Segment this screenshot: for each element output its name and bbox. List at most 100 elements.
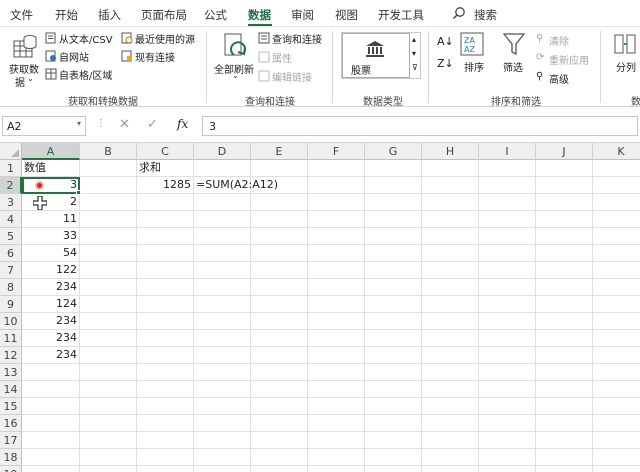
- cell-j8[interactable]: [536, 279, 593, 296]
- tab-insert[interactable]: 插入: [98, 7, 121, 23]
- enter-icon[interactable]: ✓: [147, 117, 158, 132]
- cell-c2[interactable]: 1285: [137, 177, 194, 194]
- cell-a15[interactable]: [22, 398, 80, 415]
- cell-b19[interactable]: [80, 466, 137, 472]
- cell-e3[interactable]: [251, 194, 308, 211]
- cell-h1[interactable]: [422, 160, 479, 177]
- cell-k19[interactable]: [593, 466, 640, 472]
- cell-c10[interactable]: [137, 313, 194, 330]
- refresh-all-icon[interactable]: [222, 31, 250, 61]
- cell-a10[interactable]: 234: [22, 313, 80, 330]
- from-web-button[interactable]: 自网站: [59, 49, 89, 64]
- text-to-columns-icon[interactable]: [614, 32, 636, 56]
- cell-c1[interactable]: 求和: [137, 160, 194, 177]
- cell-j12[interactable]: [536, 347, 593, 364]
- cell-c9[interactable]: [137, 296, 194, 313]
- cell-j6[interactable]: [536, 245, 593, 262]
- cell-a6[interactable]: 54: [22, 245, 80, 262]
- cell-a4[interactable]: 11: [22, 211, 80, 228]
- tab-data[interactable]: 数据: [248, 7, 271, 23]
- cell-e17[interactable]: [251, 432, 308, 449]
- tab-file[interactable]: 文件: [10, 7, 33, 23]
- cell-e11[interactable]: [251, 330, 308, 347]
- cell-d17[interactable]: [194, 432, 251, 449]
- tab-review[interactable]: 审阅: [291, 7, 314, 23]
- row-header-5[interactable]: 5: [0, 228, 22, 245]
- cell-h12[interactable]: [422, 347, 479, 364]
- cell-d12[interactable]: [194, 347, 251, 364]
- from-text-csv-button[interactable]: 从文本/CSV: [59, 31, 113, 46]
- cell-j10[interactable]: [536, 313, 593, 330]
- cell-i14[interactable]: [479, 381, 536, 398]
- worksheet-grid[interactable]: ABCDEFGHIJK 1234567891011121314151617181…: [0, 143, 640, 472]
- name-box[interactable]: A2 ▾: [2, 116, 86, 136]
- cell-h13[interactable]: [422, 364, 479, 381]
- cell-a12[interactable]: 234: [22, 347, 80, 364]
- cell-c8[interactable]: [137, 279, 194, 296]
- row-header-7[interactable]: 7: [0, 262, 22, 279]
- cell-b12[interactable]: [80, 347, 137, 364]
- cell-f19[interactable]: [308, 466, 365, 472]
- cell-e15[interactable]: [251, 398, 308, 415]
- cell-a9[interactable]: 124: [22, 296, 80, 313]
- cell-d6[interactable]: [194, 245, 251, 262]
- cell-b13[interactable]: [80, 364, 137, 381]
- cell-k1[interactable]: [593, 160, 640, 177]
- cell-b6[interactable]: [80, 245, 137, 262]
- chevron-down-icon[interactable]: ⌄: [232, 71, 239, 80]
- cell-j2[interactable]: [536, 177, 593, 194]
- existing-connections-button[interactable]: 现有连接: [135, 49, 175, 64]
- cell-b2[interactable]: [80, 177, 137, 194]
- get-data-label-2[interactable]: 据: [15, 74, 25, 89]
- cell-h8[interactable]: [422, 279, 479, 296]
- row-header-16[interactable]: 16: [0, 415, 22, 432]
- gallery-more-icon[interactable]: ⊽: [412, 63, 418, 72]
- cell-c17[interactable]: [137, 432, 194, 449]
- cell-e19[interactable]: [251, 466, 308, 472]
- cell-a5[interactable]: 33: [22, 228, 80, 245]
- cell-h6[interactable]: [422, 245, 479, 262]
- cell-c18[interactable]: [137, 449, 194, 466]
- cell-j4[interactable]: [536, 211, 593, 228]
- cell-e13[interactable]: [251, 364, 308, 381]
- cell-h18[interactable]: [422, 449, 479, 466]
- cell-i2[interactable]: [479, 177, 536, 194]
- cell-f6[interactable]: [308, 245, 365, 262]
- cell-c13[interactable]: [137, 364, 194, 381]
- cell-e5[interactable]: [251, 228, 308, 245]
- cell-k17[interactable]: [593, 432, 640, 449]
- cell-d11[interactable]: [194, 330, 251, 347]
- cell-j18[interactable]: [536, 449, 593, 466]
- row-header-4[interactable]: 4: [0, 211, 22, 228]
- cell-d3[interactable]: [194, 194, 251, 211]
- properties-button[interactable]: 属性: [272, 50, 292, 65]
- tab-page-layout[interactable]: 页面布局: [141, 7, 187, 23]
- chevron-down-icon[interactable]: ⌄: [27, 74, 34, 83]
- cell-g3[interactable]: [365, 194, 422, 211]
- cell-i1[interactable]: [479, 160, 536, 177]
- sort-az-icon[interactable]: A↓: [437, 35, 454, 48]
- row-header-9[interactable]: 9: [0, 296, 22, 313]
- row-header-6[interactable]: 6: [0, 245, 22, 262]
- cell-j3[interactable]: [536, 194, 593, 211]
- cell-a3[interactable]: 2: [22, 194, 80, 211]
- cell-h3[interactable]: [422, 194, 479, 211]
- cell-d9[interactable]: [194, 296, 251, 313]
- cell-g14[interactable]: [365, 381, 422, 398]
- select-all-corner[interactable]: [0, 143, 22, 160]
- cell-c6[interactable]: [137, 245, 194, 262]
- cell-g12[interactable]: [365, 347, 422, 364]
- cell-j1[interactable]: [536, 160, 593, 177]
- cell-h17[interactable]: [422, 432, 479, 449]
- cell-e10[interactable]: [251, 313, 308, 330]
- search-box[interactable]: 搜索: [474, 7, 497, 23]
- tab-view[interactable]: 视图: [335, 7, 358, 23]
- cell-i5[interactable]: [479, 228, 536, 245]
- column-header-c[interactable]: C: [137, 143, 194, 160]
- cell-c4[interactable]: [137, 211, 194, 228]
- cell-f13[interactable]: [308, 364, 365, 381]
- cell-k9[interactable]: [593, 296, 640, 313]
- row-header-8[interactable]: 8: [0, 279, 22, 296]
- cell-j16[interactable]: [536, 415, 593, 432]
- cell-e2[interactable]: [251, 177, 308, 194]
